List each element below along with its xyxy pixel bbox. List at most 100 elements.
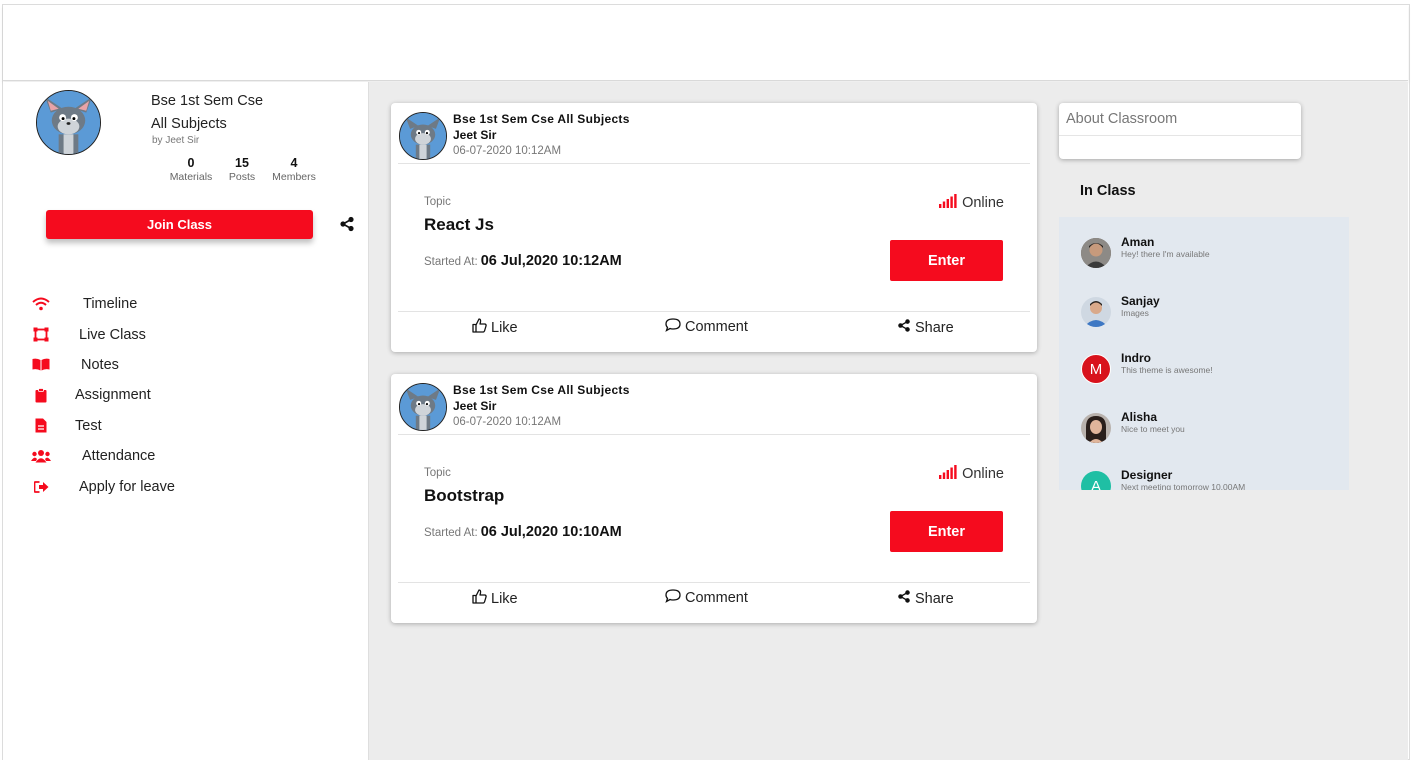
post-class-name: Bse 1st Sem Cse All Subjects [453,112,630,126]
live-class-card: Bse 1st Sem Cse All Subjects Jeet Sir 06… [391,374,1037,623]
sidebar-item-attendance[interactable]: Attendance [31,441,175,471]
sidebar: Bse 1st Sem Cse All Subjects by Jeet Sir… [3,82,369,760]
status-text: Online [962,466,1004,482]
share-icon [897,318,911,337]
post-avatar [399,383,447,431]
status-text: Online [962,195,1004,211]
join-class-button[interactable]: Join Class [46,210,313,239]
sidebar-item-notes[interactable]: Notes [31,350,175,380]
about-classroom-title: About Classroom [1066,111,1178,127]
member-name: Indro [1121,351,1151,365]
avatar: A [1081,471,1111,490]
cat-avatar-image [400,384,446,430]
signal-icon [939,194,957,212]
live-class-card: Bse 1st Sem Cse All Subjects Jeet Sir 06… [391,103,1037,352]
class-stats: 0 Materials 15 Posts 4 Members [163,156,323,183]
divider [1059,135,1301,136]
sidebar-item-label: Test [75,417,102,434]
like-label: Like [491,590,518,607]
member-status: Images [1121,308,1149,318]
sidebar-item-timeline[interactable]: Timeline [31,289,175,319]
class-title: Bse 1st Sem Cse All Subjects [151,90,263,136]
document-icon [31,418,51,434]
share-icon[interactable] [339,216,355,232]
stat-members: 4 Members [265,156,323,183]
stat-value: 15 [235,156,249,170]
comment-icon [665,589,681,607]
main-content: Bse 1st Sem Cse All Subjects Jeet Sir 06… [369,82,1408,760]
online-status: Online [939,465,1004,483]
divider [398,582,1030,583]
stat-label: Posts [228,171,256,183]
sidebar-item-label: Assignment [75,387,151,404]
avatar-initial: A [1090,477,1101,491]
cat-avatar-image [400,113,446,159]
stat-materials: 0 Materials [163,156,219,183]
like-button[interactable]: Like [472,318,518,337]
divider [398,434,1030,435]
share-icon [897,589,911,608]
sidebar-item-test[interactable]: Test [31,411,175,441]
post-teacher: Jeet Sir [453,399,497,413]
started-label: Started At: [424,527,478,539]
sign-out-icon [31,479,51,495]
post-date: 06-07-2020 10:12AM [453,416,562,428]
member-name: Alisha [1121,410,1158,424]
comment-button[interactable]: Comment [665,318,748,336]
class-avatar [36,90,101,155]
live-class-icon [31,327,51,343]
sidebar-item-live-class[interactable]: Live Class [31,319,175,349]
enter-button[interactable]: Enter [890,511,1003,552]
topic-value: React Js [424,215,494,234]
stat-label: Members [272,171,316,183]
in-class-list: Aman Hey! there I'm available Sanjay Ima… [1059,217,1349,490]
share-label: Share [915,319,954,336]
post-class-name: Bse 1st Sem Cse All Subjects [453,383,630,397]
sidebar-item-label: Apply for leave [79,478,175,495]
sidebar-item-apply-for-leave[interactable]: Apply for leave [31,471,175,501]
share-button[interactable]: Share [897,318,954,337]
member-name: Sanjay [1121,294,1160,308]
comment-button[interactable]: Comment [665,589,748,607]
avatar: M [1081,354,1111,384]
member-status: Hey! there I'm available [1121,249,1210,259]
about-classroom-panel[interactable]: About Classroom [1059,103,1301,159]
class-teacher: by Jeet Sir [152,135,200,146]
avatar-initial: M [1089,360,1103,378]
comment-icon [665,318,681,336]
post-date: 06-07-2020 10:12AM [453,145,562,157]
stat-label: Materials [169,171,213,183]
share-button[interactable]: Share [897,589,954,608]
thumbs-up-icon [472,589,487,608]
avatar [1081,297,1111,327]
clipboard-icon [31,387,51,403]
enter-button[interactable]: Enter [890,240,1003,281]
started-value: 06 Jul,2020 10:12AM [480,253,622,269]
comment-label: Comment [685,590,748,606]
avatar [1081,413,1111,443]
top-navbar [3,5,1408,81]
signal-icon [939,465,957,483]
post-teacher: Jeet Sir [453,128,497,142]
topic-value: Bootstrap [424,486,505,505]
stat-value: 0 [187,156,195,170]
member-name: Designer [1121,468,1173,482]
online-status: Online [939,194,1004,212]
like-button[interactable]: Like [472,589,518,608]
sidebar-menu: Timeline Live Class Notes Assignment Tes… [31,289,175,502]
started-at: Started At: 06 Jul,2020 10:12AM [424,253,622,269]
sidebar-item-label: Live Class [79,326,146,343]
avatar [1081,238,1111,268]
sidebar-item-assignment[interactable]: Assignment [31,380,175,410]
member-name: Aman [1121,235,1155,249]
divider [398,311,1030,312]
comment-label: Comment [685,319,748,335]
wifi-icon [31,296,51,312]
sidebar-item-label: Timeline [83,296,138,313]
member-status: Nice to meet you [1121,424,1185,434]
share-label: Share [915,590,954,607]
like-label: Like [491,319,518,336]
sidebar-item-label: Attendance [82,448,156,465]
class-title-line1: Bse 1st Sem Cse [151,93,264,109]
in-class-title: In Class [1080,183,1136,199]
